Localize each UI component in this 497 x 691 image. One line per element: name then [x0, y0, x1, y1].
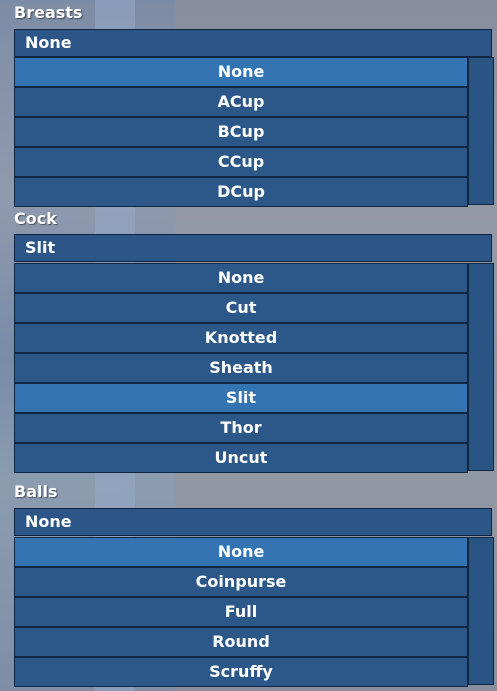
- breasts-option[interactable]: ACup: [14, 87, 468, 117]
- balls-options-list: None Coinpurse Full Round Scruffy: [14, 537, 494, 687]
- balls-option[interactable]: Scruffy: [14, 657, 468, 687]
- balls-dropdown[interactable]: None: [14, 508, 492, 536]
- balls-option[interactable]: Round: [14, 627, 468, 657]
- cock-option[interactable]: Knotted: [14, 323, 468, 353]
- breasts-option[interactable]: BCup: [14, 117, 468, 147]
- balls-option[interactable]: Full: [14, 597, 468, 627]
- balls-scrollbar[interactable]: [468, 537, 494, 685]
- balls-option[interactable]: Coinpurse: [14, 567, 468, 597]
- balls-option[interactable]: None: [14, 537, 468, 567]
- cock-dropdown[interactable]: Slit: [14, 234, 492, 262]
- cock-option[interactable]: Thor: [14, 413, 468, 443]
- breasts-scrollbar[interactable]: [468, 57, 494, 205]
- breasts-option[interactable]: DCup: [14, 177, 468, 207]
- cock-option[interactable]: Sheath: [14, 353, 468, 383]
- breasts-section-title: Breasts: [14, 3, 83, 22]
- breasts-option[interactable]: None: [14, 57, 468, 87]
- breasts-option[interactable]: CCup: [14, 147, 468, 177]
- cock-options-list: None Cut Knotted Sheath Slit Thor Uncut: [14, 263, 494, 473]
- cock-option[interactable]: Slit: [14, 383, 468, 413]
- cock-option[interactable]: Cut: [14, 293, 468, 323]
- cock-scrollbar[interactable]: [468, 263, 494, 471]
- breasts-options-list: None ACup BCup CCup DCup: [14, 57, 494, 207]
- cock-option[interactable]: None: [14, 263, 468, 293]
- balls-section-title: Balls: [14, 482, 58, 501]
- breasts-dropdown[interactable]: None: [14, 29, 492, 57]
- cock-option[interactable]: Uncut: [14, 443, 468, 473]
- cock-section-title: Cock: [14, 209, 57, 228]
